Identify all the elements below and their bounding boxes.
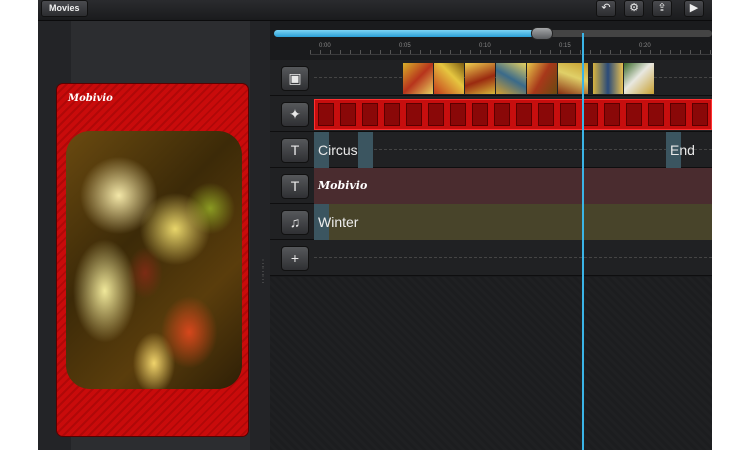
- right-gutter: [250, 21, 270, 450]
- track-guide: [314, 257, 712, 258]
- music-clip-label: Winter: [318, 214, 359, 230]
- effect-frame: [450, 103, 466, 126]
- gear-icon: ⚙: [629, 2, 639, 14]
- playhead[interactable]: [582, 33, 584, 450]
- magic-wand-icon: ✦: [289, 106, 301, 122]
- image-icon: ▣: [288, 70, 302, 86]
- effect-frame: [318, 103, 334, 126]
- clip-handle[interactable]: [358, 132, 373, 168]
- title-clip[interactable]: [314, 168, 712, 204]
- photo-clip[interactable]: [465, 63, 495, 94]
- effect-frame: [406, 103, 422, 126]
- effect-frame: [340, 103, 356, 126]
- add-effect-button[interactable]: ✦: [281, 102, 309, 127]
- undo-button[interactable]: ↶: [596, 0, 616, 17]
- effect-frame: [384, 103, 400, 126]
- scrubber-knob[interactable]: [531, 27, 553, 40]
- add-track-row: +: [270, 240, 712, 276]
- effect-frame: [538, 103, 554, 126]
- preview-photo: [66, 131, 242, 389]
- tick-label: 0:00: [319, 43, 331, 49]
- preview-title: Mobivio: [68, 93, 113, 104]
- music-clip[interactable]: [314, 204, 712, 240]
- text-icon: T: [290, 142, 300, 158]
- title-clip-label: Mobivio: [318, 179, 368, 192]
- plus-icon: +: [290, 250, 300, 266]
- undo-icon: ↶: [601, 2, 611, 14]
- photo-clip[interactable]: [434, 63, 464, 94]
- play-icon: ▶: [689, 2, 699, 14]
- pane-resize-handle[interactable]: ⋮ ⋮ ⋮: [256, 259, 270, 299]
- photo-clip[interactable]: [624, 63, 654, 94]
- effect-frame: [494, 103, 510, 126]
- top-toolbar: Movies ↶ ⚙ ⇪ ▶: [38, 0, 712, 21]
- effect-frame: [428, 103, 444, 126]
- text-clip-circus[interactable]: Circus: [318, 132, 358, 168]
- effect-frame: [582, 103, 598, 126]
- effect-frame: [472, 103, 488, 126]
- effect-frame: [560, 103, 576, 126]
- effect-frame: [670, 103, 686, 126]
- scrubber-progress: [274, 30, 537, 37]
- text-track: T Circus End: [270, 132, 712, 168]
- effect-frame: [648, 103, 664, 126]
- effect-frame: [604, 103, 620, 126]
- title-track: T Mobivio: [270, 168, 712, 204]
- time-ruler: [310, 43, 712, 55]
- movies-back-button[interactable]: Movies: [41, 0, 88, 17]
- effect-clip[interactable]: [314, 99, 712, 130]
- share-button[interactable]: ⇪: [652, 0, 672, 17]
- music-note-icon: ♫: [289, 214, 301, 230]
- effect-frame: [516, 103, 532, 126]
- effect-frame: [362, 103, 378, 126]
- tick-label: 0:05: [399, 43, 411, 49]
- add-photo-button[interactable]: ▣: [281, 66, 309, 91]
- text-clip-end[interactable]: End: [670, 132, 695, 168]
- music-track: ♫ Winter: [270, 204, 712, 240]
- text-icon: T: [290, 178, 300, 194]
- scrubber-track[interactable]: [274, 27, 712, 40]
- add-music-button[interactable]: ♫: [281, 210, 309, 235]
- empty-timeline-area: [270, 277, 712, 450]
- preview-pane: Mobivio ⋮ ⋮ ⋮: [38, 21, 270, 450]
- photo-clip[interactable]: [496, 63, 526, 94]
- add-track-button[interactable]: +: [281, 246, 309, 271]
- effect-frame: [692, 103, 708, 126]
- add-title-button[interactable]: T: [281, 174, 309, 199]
- photo-clip[interactable]: [527, 63, 557, 94]
- tick-label: 0:20: [639, 43, 651, 49]
- video-editor-app: Movies ↶ ⚙ ⇪ ▶ Mobivio ⋮ ⋮ ⋮ 0:00 0:05 0:1…: [38, 0, 712, 450]
- photo-clip[interactable]: [593, 63, 623, 94]
- play-button[interactable]: ▶: [684, 0, 704, 17]
- share-icon: ⇪: [657, 2, 667, 14]
- photo-clip[interactable]: [403, 63, 433, 94]
- tick-label: 0:10: [479, 43, 491, 49]
- effects-track: ✦: [270, 96, 712, 132]
- effect-frame: [626, 103, 642, 126]
- photo-track: ▣: [270, 60, 712, 96]
- settings-button[interactable]: ⚙: [624, 0, 644, 17]
- timeline: 0:00 0:05 0:10 0:15 0:20 ▣ ✦ T Circus En…: [270, 21, 712, 450]
- tick-label: 0:15: [559, 43, 571, 49]
- track-guide: [314, 149, 712, 150]
- preview-frame[interactable]: Mobivio: [56, 83, 249, 437]
- add-text-button[interactable]: T: [281, 138, 309, 163]
